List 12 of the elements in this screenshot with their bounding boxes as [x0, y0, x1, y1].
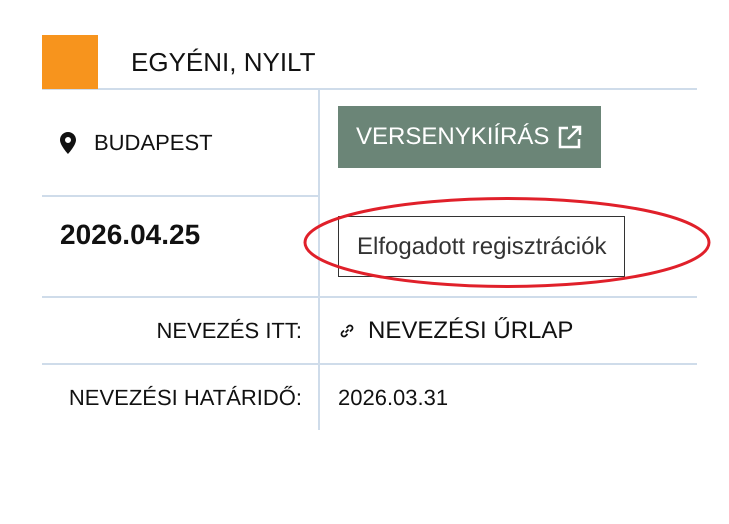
field-label: NEVEZÉSI HATÁRIDŐ:	[68, 384, 302, 410]
accepted-registrations-button[interactable]: Elfogadott regisztrációk	[338, 216, 626, 277]
event-date: 2026.04.25	[60, 219, 200, 251]
entry-form-link[interactable]: NEVEZÉSI ŰRLAP	[368, 316, 574, 344]
event-title: EGYÉNI, NYILT	[131, 46, 316, 78]
competition-notice-button[interactable]: VERSENYKIÍRÁS	[338, 106, 602, 168]
location-pin-icon	[60, 132, 76, 154]
field-label: NEVEZÉS ITT:	[156, 318, 302, 344]
link-icon	[338, 322, 356, 340]
location-text: BUDAPEST	[94, 130, 213, 156]
external-link-icon	[557, 124, 584, 150]
deadline-value: 2026.03.31	[338, 384, 448, 410]
